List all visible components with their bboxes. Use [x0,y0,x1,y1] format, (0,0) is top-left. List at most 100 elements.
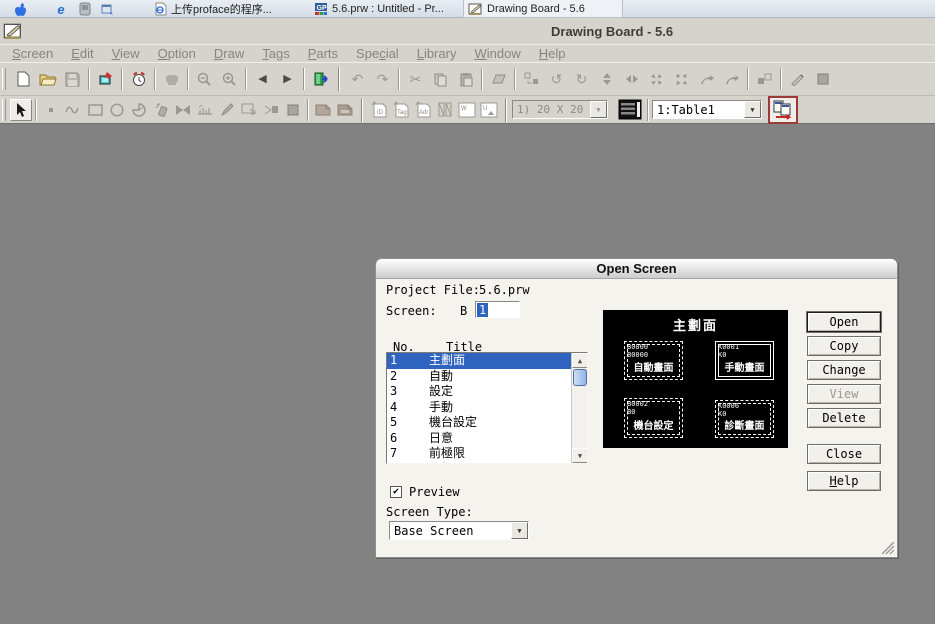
undo-icon[interactable]: ↶ [345,67,370,91]
trim-tool-icon[interactable] [260,99,282,121]
menu-parts[interactable]: Parts [299,46,347,61]
open-file-icon[interactable] [35,67,60,91]
circle-tool-icon[interactable] [106,99,128,121]
group-icon[interactable] [752,67,777,91]
list-item[interactable]: 4手動 [387,400,571,416]
apple-menu-icon[interactable] [13,1,28,17]
copy-button[interactable]: Copy [807,336,881,356]
exit-icon[interactable] [308,67,333,91]
device-icon[interactable] [78,1,91,17]
rotate-ccw-icon[interactable]: ↺ [544,67,569,91]
menu-window[interactable]: Window [465,46,529,61]
screen-preview-toggle-icon[interactable] [616,98,644,122]
marker-tool-icon[interactable] [216,99,238,121]
edit-pen-icon[interactable] [785,67,810,91]
transfer-screen-icon[interactable] [93,67,118,91]
table-editor-icon[interactable] [768,96,798,124]
screen-type-selector[interactable]: Base Screen ▼ [389,521,529,540]
taskbar-item-drawing-board[interactable]: Drawing Board - 5.6 [463,0,623,18]
rotate-cw-icon[interactable]: ↻ [569,67,594,91]
window-part-icon[interactable]: W [456,99,478,121]
menu-tags[interactable]: Tags [253,46,298,61]
table-selector[interactable]: 1:Table1 ▼ [652,100,762,119]
change-button[interactable]: Change [807,360,881,380]
list-item[interactable]: 3設定 [387,384,571,400]
fill-attribute-icon[interactable] [810,67,835,91]
zoom-in-icon[interactable] [217,67,242,91]
copy-icon[interactable] [428,67,453,91]
preview-checkbox[interactable]: ✔ [390,486,402,498]
simulate-icon[interactable] [159,67,184,91]
toolbar-drag-handle[interactable] [2,99,6,121]
taskbar-item-proface-upload[interactable]: 上传proface的程序... [150,0,308,18]
rectangle-tool-icon[interactable] [84,99,106,121]
library-part-icon[interactable]: U [478,99,500,121]
flip-vertical-icon[interactable] [594,67,619,91]
dot-tool-icon[interactable] [40,99,62,121]
toolbar-drag-handle[interactable] [2,68,6,90]
window-switch-icon[interactable] [100,1,115,17]
new-screen-icon[interactable] [10,67,35,91]
zoom-out-icon[interactable] [192,67,217,91]
open-button[interactable]: Open [807,312,881,332]
line-tool-icon[interactable] [62,99,84,121]
list-item[interactable]: 7前極限 [387,446,571,462]
dialog-titlebar[interactable]: Open Screen [376,259,897,279]
shrink-icon[interactable] [644,67,669,91]
pattern-columns-icon[interactable] [434,99,456,121]
filled-rect-tool-icon[interactable] [282,99,304,121]
alarm-editor-icon[interactable] [126,67,151,91]
tag-id-icon[interactable]: ID [368,99,390,121]
duplicate-icon[interactable] [519,67,544,91]
scrollbar-thumb[interactable] [573,369,587,386]
polygon-tool-icon[interactable] [172,99,194,121]
image-placement-icon[interactable] [238,99,260,121]
drawing-board-app-icon[interactable] [3,21,23,41]
menu-library[interactable]: Library [408,46,466,61]
resize-grip[interactable] [882,542,895,555]
menu-special[interactable]: Special [347,46,408,61]
scroll-up-icon[interactable]: ▲ [572,353,588,368]
screen-number-input[interactable]: 1 [475,301,520,318]
list-item[interactable]: 8後極限 [387,462,571,465]
tag-tag-icon[interactable]: Tag [390,99,412,121]
save-mark-icon[interactable] [334,99,356,121]
chevron-down-icon[interactable]: ▼ [590,101,607,118]
close-button[interactable]: Close [807,444,881,464]
menu-option[interactable]: Option [149,46,205,61]
list-item[interactable]: 5機台設定 [387,415,571,431]
cut-icon[interactable]: ✂ [403,67,428,91]
scale-tool-icon[interactable] [194,99,216,121]
enlarge-icon[interactable] [669,67,694,91]
chevron-down-icon[interactable]: ▼ [511,522,528,539]
arc-tool-icon[interactable] [128,99,150,121]
menu-help[interactable]: Help [530,46,575,61]
menu-screen[interactable]: Screen [3,46,62,61]
internet-explorer-icon[interactable]: e [53,1,69,17]
paste-icon[interactable] [453,67,478,91]
menu-edit[interactable]: Edit [62,46,102,61]
paint-tool-icon[interactable] [150,99,172,121]
bring-to-front-icon[interactable] [694,67,719,91]
previous-screen-icon[interactable]: ◀ [250,67,275,91]
save-icon[interactable] [60,67,85,91]
list-item[interactable]: 1主劃面 [387,353,571,369]
flip-horizontal-icon[interactable] [619,67,644,91]
scroll-down-icon[interactable]: ▼ [572,448,588,463]
help-button[interactable]: Help [807,471,881,491]
redo-icon[interactable]: ↷ [370,67,395,91]
list-item[interactable]: 2自動 [387,369,571,385]
load-mark-icon[interactable] [312,99,334,121]
taskbar-item-project-manager[interactable]: GP 5.6.prw : Untitled - Pr... [310,0,460,18]
list-item[interactable]: 6日意 [387,431,571,447]
send-to-back-icon[interactable] [719,67,744,91]
select-tool-icon[interactable] [10,99,32,121]
menu-view[interactable]: View [103,46,149,61]
delete-button[interactable]: Delete [807,408,881,428]
chevron-down-icon[interactable]: ▼ [744,101,761,118]
menu-draw[interactable]: Draw [205,46,253,61]
eraser-icon[interactable] [486,67,511,91]
next-screen-icon[interactable]: ▶ [275,67,300,91]
tag-address-icon[interactable]: Adr [412,99,434,121]
list-scrollbar[interactable]: ▲ ▼ [571,353,587,463]
